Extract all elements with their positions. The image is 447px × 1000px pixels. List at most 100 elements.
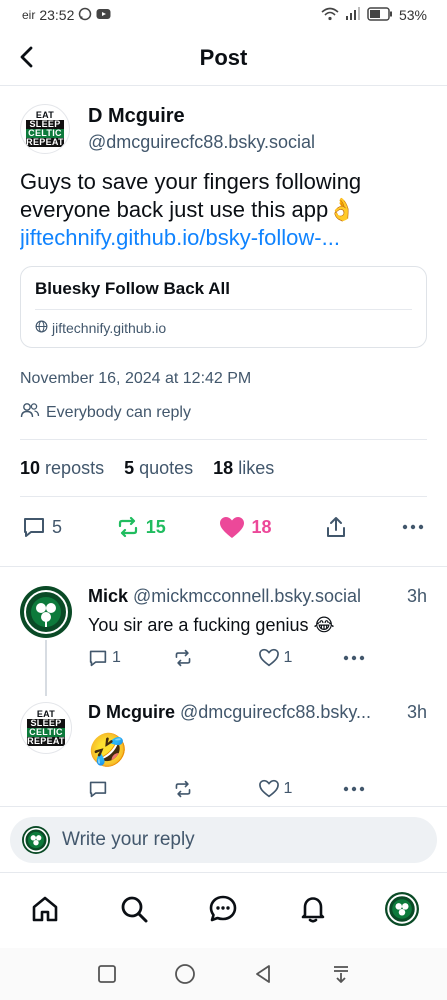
profile-avatar xyxy=(385,891,420,926)
search-icon xyxy=(121,896,148,922)
reply-avatar[interactable] xyxy=(20,586,72,638)
heart-filled-icon xyxy=(220,516,245,538)
reply-button[interactable]: 5 xyxy=(22,516,62,538)
reply-reply-count: 1 xyxy=(112,648,121,666)
post-stats: 10 reposts 5 quotes 18 likes xyxy=(20,439,427,497)
reply-icon xyxy=(24,518,44,537)
share-icon xyxy=(327,517,346,537)
back-system-button[interactable] xyxy=(249,960,277,988)
ellipsis-icon xyxy=(402,524,424,530)
people-icon xyxy=(20,402,40,423)
repost-icon xyxy=(118,516,137,538)
circle-icon xyxy=(174,964,195,984)
chat-icon xyxy=(210,895,237,921)
reply-text: 🤣 xyxy=(88,732,128,768)
reply-reply-button[interactable] xyxy=(88,780,173,798)
post-text: Guys to save your fingers following ever… xyxy=(20,169,362,222)
reply-like-count: 1 xyxy=(283,648,293,666)
nav-search[interactable] xyxy=(112,887,156,931)
repost-button[interactable]: 15 xyxy=(116,516,166,538)
reply-composer-bar: Write your reply xyxy=(0,806,447,872)
eat-sleep-celtic-logo: EAT SLEEP CELTIC REPEAT xyxy=(27,709,65,746)
repost-icon xyxy=(175,780,191,797)
composer-placeholder: Write your reply xyxy=(62,829,195,850)
nav-profile[interactable] xyxy=(380,887,424,931)
share-button[interactable] xyxy=(325,516,347,538)
reply-count: 5 xyxy=(52,516,63,537)
likes-stat[interactable]: 18 likes xyxy=(213,458,274,479)
reply-item[interactable]: EAT SLEEP CELTIC REPEAT D Mcguire @dmcgu… xyxy=(0,702,447,798)
battery-percent: 53% xyxy=(398,7,427,23)
reply-author-name[interactable]: Mick xyxy=(88,586,128,607)
carrier-label: eir xyxy=(22,8,36,22)
clock: 23:52 xyxy=(39,7,75,23)
repost-count: 15 xyxy=(145,516,166,537)
reply-author-handle[interactable]: @mickmcconnell.bsky.social xyxy=(133,586,361,607)
square-icon xyxy=(97,965,116,983)
like-count: 18 xyxy=(251,516,272,537)
reply-like-button[interactable]: 1 xyxy=(258,779,343,798)
home-system-button[interactable] xyxy=(171,960,199,988)
reply-setting[interactable]: Everybody can reply xyxy=(0,388,447,423)
reply-author-handle[interactable]: @dmcguirecfc88.bsky... xyxy=(180,702,371,723)
nav-home[interactable] xyxy=(23,887,67,931)
status-bar: eir 23:52 53% xyxy=(0,0,447,30)
whatsapp-icon xyxy=(78,7,92,24)
home-icon xyxy=(32,896,57,921)
reply-like-button[interactable]: 1 xyxy=(258,648,343,667)
card-domain: jiftechnify.github.io xyxy=(52,320,167,336)
reply-author-name[interactable]: D Mcguire xyxy=(88,702,175,723)
reply-more-button[interactable] xyxy=(342,785,427,793)
battery-icon xyxy=(367,6,393,24)
more-options-button[interactable] xyxy=(401,523,425,531)
back-button[interactable] xyxy=(14,44,40,70)
nav-chat[interactable] xyxy=(201,887,245,931)
reposts-stat[interactable]: 10 reposts xyxy=(20,458,104,479)
hide-keyboard-button[interactable] xyxy=(327,960,355,988)
ellipsis-icon xyxy=(344,786,365,791)
author-handle[interactable]: @dmcguirecfc88.bsky.social xyxy=(88,132,315,153)
user-avatar xyxy=(22,826,50,854)
eat-sleep-celtic-logo: EAT SLEEP CELTIC REPEAT xyxy=(26,110,64,147)
system-nav-bar xyxy=(0,948,447,1000)
page-header: Post xyxy=(0,30,447,86)
main-post: EAT SLEEP CELTIC REPEAT D Mcguire @dmcgu… xyxy=(0,86,447,557)
reply-repost-button[interactable] xyxy=(173,649,258,667)
post-actions: 5 15 18 xyxy=(0,497,447,557)
reply-avatar[interactable]: EAT SLEEP CELTIC REPEAT xyxy=(20,702,72,754)
heart-icon xyxy=(258,779,279,798)
reply-icon xyxy=(89,650,107,666)
link-card[interactable]: Bluesky Follow Back All jiftechnify.gith… xyxy=(20,266,427,348)
reply-composer[interactable]: Write your reply xyxy=(10,817,437,863)
reply-time: 3h xyxy=(406,702,427,722)
bell-icon xyxy=(301,896,325,923)
reply-reply-button[interactable]: 1 xyxy=(88,649,173,667)
recents-button[interactable] xyxy=(93,960,121,988)
reply-more-button[interactable] xyxy=(342,654,427,662)
thread-divider xyxy=(0,566,447,567)
quotes-stat[interactable]: 5 quotes xyxy=(124,458,193,479)
reply-item[interactable]: Mick @mickmcconnell.bsky.social 3h You s… xyxy=(0,586,447,667)
youtube-icon xyxy=(96,7,111,23)
reply-setting-label: Everybody can reply xyxy=(46,403,191,421)
post-timestamp: November 16, 2024 at 12:42 PM xyxy=(20,370,252,387)
reply-icon xyxy=(89,781,107,797)
page-title: Post xyxy=(199,44,248,70)
reply-repost-button[interactable] xyxy=(173,780,258,798)
nav-notifications[interactable] xyxy=(291,887,335,931)
card-divider xyxy=(35,309,412,310)
wifi-icon xyxy=(321,7,339,24)
ellipsis-icon xyxy=(344,655,365,660)
chevron-left-icon xyxy=(20,46,33,68)
signal-icon xyxy=(345,7,361,23)
post-link[interactable]: jiftechnify.github.io/bsky-follow-... xyxy=(20,224,427,252)
globe-icon xyxy=(35,320,48,336)
bottom-nav xyxy=(0,872,447,944)
arrow-down-icon xyxy=(333,966,348,983)
celtic-crest-avatar xyxy=(20,586,72,638)
reply-like-count: 1 xyxy=(283,779,293,797)
author-avatar[interactable]: EAT SLEEP CELTIC REPEAT xyxy=(20,104,70,154)
like-button[interactable]: 18 xyxy=(219,516,272,539)
reply-text: You sir are a fucking genius 😂 xyxy=(88,615,335,635)
author-name[interactable]: D Mcguire xyxy=(88,105,315,128)
